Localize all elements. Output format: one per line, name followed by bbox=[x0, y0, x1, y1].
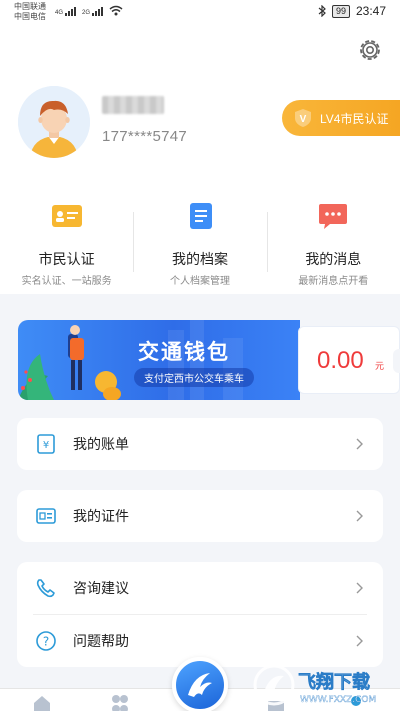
menu-label: 咨询建议 bbox=[73, 580, 129, 596]
carrier-labels: 中国联通 中国电信 bbox=[14, 2, 46, 22]
user-avatar-icon bbox=[18, 86, 90, 158]
menu-label: 我的证件 bbox=[73, 508, 129, 524]
document-icon bbox=[189, 203, 212, 229]
quick-action-title: 市民认证 bbox=[38, 251, 95, 267]
wallet-banner-left: 交通钱包 支付定西市公交车乘车 bbox=[18, 320, 300, 400]
shield-icon: V bbox=[295, 109, 311, 127]
transport-wallet-banner[interactable]: 交通钱包 支付定西市公交车乘车 0.00 元 bbox=[18, 320, 400, 400]
battery-indicator: 99 bbox=[331, 4, 350, 18]
watermark-logo: 飞翔下载 WWW.FXXZ.COM bbox=[253, 664, 376, 706]
ticket-notch bbox=[393, 349, 400, 373]
wallet-subtitle: 支付定西市公交车乘车 bbox=[134, 368, 254, 387]
message-icon bbox=[319, 204, 348, 229]
user-name-blurred bbox=[102, 96, 164, 114]
network-type-2: 2G bbox=[82, 10, 91, 16]
menu-item-my-bill[interactable]: ¥ 我的账单 bbox=[17, 418, 383, 470]
services-tab-icon[interactable] bbox=[110, 693, 130, 711]
watermark: 飞翔下载 WWW.FXXZ.COM bbox=[252, 662, 392, 708]
wifi-icon bbox=[109, 5, 123, 16]
carrier-2: 中国电信 bbox=[14, 12, 46, 21]
carrier-1: 中国联通 bbox=[14, 2, 46, 11]
menu-item-consult[interactable]: 咨询建议 bbox=[17, 562, 383, 614]
quick-action-subtitle: 个人档案管理 bbox=[169, 276, 230, 287]
level-badge[interactable]: V LV4市民认证 bbox=[282, 100, 400, 136]
menu-card-support: 咨询建议 ? 问题帮助 bbox=[17, 562, 383, 667]
bluetooth-icon bbox=[318, 5, 326, 17]
wallet-balance-panel: 0.00 元 bbox=[298, 326, 400, 394]
menu-label: 我的账单 bbox=[73, 436, 129, 452]
level-badge-label: LV4市民认证 bbox=[320, 111, 389, 126]
app-logo-icon bbox=[188, 673, 212, 697]
quick-action-my-archive[interactable]: 我的档案 个人档案管理 bbox=[133, 198, 266, 288]
signal-icon: 4G bbox=[55, 7, 77, 16]
id-card-icon bbox=[51, 205, 82, 227]
watermark-url: WWW.FXXZ.COM bbox=[300, 695, 376, 705]
bill-icon: ¥ bbox=[37, 434, 55, 454]
center-logo-button[interactable] bbox=[172, 657, 228, 711]
menu-card-bill: ¥ 我的账单 bbox=[17, 418, 383, 470]
svg-text:¥: ¥ bbox=[43, 440, 49, 451]
avatar[interactable] bbox=[18, 86, 90, 158]
chevron-right-icon bbox=[356, 582, 363, 594]
quick-action-subtitle: 实名认证、一站服务 bbox=[21, 276, 112, 287]
home-tab-icon[interactable] bbox=[32, 693, 52, 711]
status-bar: 中国联通 中国电信 4G 2G 99 23:47 bbox=[0, 0, 400, 26]
signal-indicators: 4G 2G bbox=[55, 5, 123, 16]
signal-icon-2: 2G bbox=[82, 7, 104, 16]
phone-number: 177****5747 bbox=[102, 128, 188, 145]
watermark-title: 飞翔下载 bbox=[298, 671, 370, 693]
network-type-1: 4G bbox=[55, 10, 64, 16]
quick-action-title: 我的消息 bbox=[305, 251, 362, 267]
quick-action-subtitle: 最新消息点开看 bbox=[298, 276, 369, 287]
certificate-icon bbox=[36, 508, 56, 524]
phone-icon bbox=[36, 579, 55, 598]
menu-item-my-certificates[interactable]: 我的证件 bbox=[17, 490, 383, 542]
wallet-unit: 元 bbox=[375, 361, 385, 371]
wallet-title: 交通钱包 bbox=[138, 341, 230, 364]
clock: 23:47 bbox=[355, 4, 386, 18]
status-right: 99 23:47 bbox=[318, 4, 386, 18]
svg-text:?: ? bbox=[43, 635, 49, 649]
chevron-right-icon bbox=[356, 635, 363, 647]
quick-action-my-messages[interactable]: 我的消息 最新消息点开看 bbox=[266, 198, 400, 288]
profile-header: 177****5747 V LV4市民认证 市民认证 实名认证、一站服务 我的档… bbox=[0, 26, 400, 294]
menu-card-certificates: 我的证件 bbox=[17, 490, 383, 542]
settings-gear-icon[interactable] bbox=[356, 36, 384, 64]
menu-label: 问题帮助 bbox=[73, 633, 129, 649]
quick-action-citizen-auth[interactable]: 市民认证 实名认证、一站服务 bbox=[0, 198, 133, 288]
chevron-right-icon bbox=[356, 438, 363, 450]
wallet-balance: 0.00 bbox=[317, 347, 364, 374]
quick-action-title: 我的档案 bbox=[171, 251, 228, 267]
chevron-right-icon bbox=[356, 510, 363, 522]
quick-actions: 市民认证 实名认证、一站服务 我的档案 个人档案管理 我的消息 最新消息点开看 bbox=[0, 198, 400, 288]
shield-letter: V bbox=[300, 114, 307, 125]
help-icon: ? bbox=[36, 631, 56, 651]
